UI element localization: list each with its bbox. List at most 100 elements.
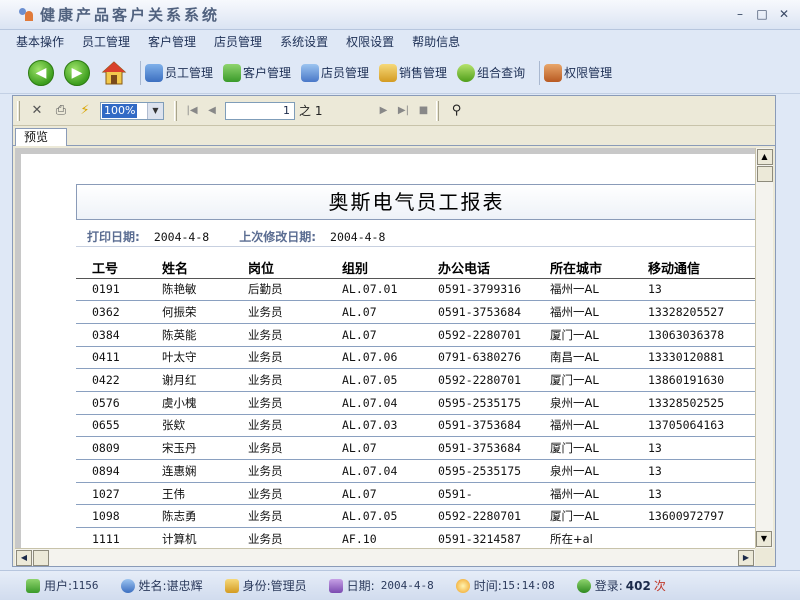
toolbar-separator [140, 60, 141, 85]
table-header: 工号 姓名 岗位 组别 办公电话 所在城市 移动通信 [76, 258, 755, 279]
maximize-button[interactable]: □ [754, 6, 770, 22]
stop-icon[interactable]: ■ [416, 105, 430, 116]
menu-employee[interactable]: 员工管理 [82, 33, 130, 50]
home-button[interactable] [100, 59, 128, 87]
clock-icon [455, 578, 470, 593]
scroll-thumb[interactable] [756, 166, 773, 182]
window-title: 健康产品客户关系系统 [40, 6, 221, 24]
table-row: 0384 陈英能 业务员 AL.07 0592-2280701 厦门一AL 13063036… [76, 323, 755, 347]
table-cell: 13328502525 [632, 391, 755, 415]
employee-manage-button[interactable]: 员工管理 [145, 63, 213, 82]
print-date-label: 打印日期: [87, 230, 140, 244]
table-row: 1098 陈志勇 业务员 AL.07.05 0592-2280701 厦门一AL 13600… [76, 504, 755, 529]
table-cell: 0591-3753684 [422, 436, 534, 460]
customer-manage-button[interactable]: 客户管理 [223, 63, 291, 82]
table-cell: 0592-2280701 [422, 368, 534, 392]
table-cell: 13330120881 [632, 346, 755, 370]
back-button[interactable]: ◀ [28, 59, 54, 86]
combined-query-button[interactable]: 组合查询 [457, 63, 525, 82]
status-bar: 用户: 1156 姓名: 谌忠辉 身份: 管理员 日期: 2004-4-8 时间… [0, 570, 800, 600]
table-cell: 业务员 [232, 391, 326, 415]
table-cell: 1098 [76, 504, 146, 529]
sales-icon [379, 63, 398, 82]
table-cell: AL.07.03 [326, 414, 422, 438]
table-cell: 13 [632, 278, 755, 302]
scroll-left-icon[interactable]: ◀ [16, 550, 32, 566]
chevron-down-icon[interactable]: ▼ [147, 102, 163, 119]
page-number-input[interactable]: 1 [225, 101, 295, 120]
table-cell: 1027 [76, 482, 146, 506]
menu-clerk[interactable]: 店员管理 [214, 33, 262, 50]
zoom-select[interactable]: 100% ▼ [100, 101, 164, 120]
next-page-icon[interactable]: ▶ [376, 105, 390, 116]
employee-table: 工号 姓名 岗位 组别 办公电话 所在城市 移动通信 0191 陈艳敏 后勤员 AL.… [76, 258, 755, 548]
table-cell: 0595-2535175 [422, 391, 534, 415]
tab-preview[interactable]: 预览 [15, 128, 67, 146]
vertical-scrollbar[interactable]: ▲ ▼ [755, 148, 773, 548]
scroll-up-icon[interactable]: ▲ [756, 149, 773, 165]
last-page-icon[interactable]: ▶| [396, 105, 410, 116]
table-cell: 0591-3214587 [422, 527, 534, 548]
table-cell: 1111 [76, 527, 146, 548]
table-cell: AL.07.06 [326, 346, 422, 370]
home-icon [101, 60, 127, 84]
table-cell: 0576 [76, 391, 146, 415]
table-cell: 泉州一AL [534, 391, 632, 415]
print-icon[interactable]: ⎙ [52, 102, 70, 120]
table-cell: 0894 [76, 459, 146, 483]
export-icon[interactable]: ⚡ [76, 102, 94, 120]
first-page-icon[interactable]: |◀ [185, 105, 199, 116]
horizontal-scrollbar[interactable]: ◀ ▶ [15, 548, 755, 566]
close-button[interactable]: ✕ [776, 6, 792, 22]
table-cell: 厦门一AL [534, 504, 632, 529]
table-cell: 福州一AL [534, 414, 632, 438]
scroll-down-icon[interactable]: ▼ [756, 531, 772, 547]
table-cell: 业务员 [232, 300, 326, 324]
login-icon [576, 578, 591, 593]
menu-permission[interactable]: 权限设置 [346, 33, 394, 50]
report-meta: 打印日期: 2004-4-8 上次修改日期: 2004-4-8 [87, 228, 415, 245]
print-date-value: 2004-4-8 [153, 229, 210, 244]
query-icon [457, 63, 476, 82]
table-cell: 0791-6380276 [422, 346, 534, 370]
table-cell: 业务员 [232, 436, 326, 460]
report-title: 奥斯电气员工报表 [76, 184, 755, 220]
prev-page-icon[interactable]: ◀ [205, 105, 219, 116]
table-cell: 连惠娴 [146, 459, 232, 483]
table-cell: 0591- [422, 482, 534, 506]
table-cell: 后勤员 [232, 278, 326, 302]
menu-customer[interactable]: 客户管理 [148, 33, 196, 50]
table-cell: 福州一AL [534, 300, 632, 324]
sales-manage-button[interactable]: 销售管理 [379, 63, 447, 82]
table-cell: AL.07.04 [326, 391, 422, 415]
table-cell [632, 527, 755, 548]
permission-manage-button[interactable]: 权限管理 [544, 63, 612, 82]
scroll-right-icon[interactable]: ▶ [738, 550, 754, 566]
clerk-manage-button[interactable]: 店员管理 [301, 63, 369, 82]
status-login: 登录: 402 次 [576, 577, 666, 594]
scroll-thumb[interactable] [33, 550, 49, 566]
close-report-icon[interactable]: ✕ [28, 102, 46, 120]
table-cell: 何振荣 [146, 300, 232, 324]
status-user: 用户: 1156 [26, 577, 99, 594]
menu-basic[interactable]: 基本操作 [16, 33, 64, 50]
table-cell: 宋玉丹 [146, 436, 232, 460]
table-cell: AL.07.05 [326, 504, 422, 529]
forward-button[interactable]: ▶ [64, 59, 90, 86]
table-cell: 所在+al [534, 527, 632, 548]
table-cell: AL.07.05 [326, 368, 422, 392]
minimize-button[interactable]: – [732, 6, 748, 22]
table-cell: 13328205527 [632, 300, 755, 324]
table-cell: 业务员 [232, 459, 326, 483]
search-icon[interactable]: ⚲ [447, 102, 465, 120]
table-cell: 0591-3753684 [422, 300, 534, 324]
table-cell: 13 [632, 482, 755, 506]
arrow-right-icon: ▶ [71, 64, 83, 81]
status-role: 身份: 管理员 [224, 577, 307, 594]
main-toolbar: ◀ ▶ 员工管理 客户管理 店员管理 销售管理 组合查询 权限管理 [0, 52, 800, 94]
table-cell: 业务员 [232, 368, 326, 392]
menu-system[interactable]: 系统设置 [280, 33, 328, 50]
table-cell: 陈英能 [146, 323, 232, 347]
menu-help[interactable]: 帮助信息 [412, 33, 460, 50]
window-controls: – □ ✕ [732, 6, 792, 22]
